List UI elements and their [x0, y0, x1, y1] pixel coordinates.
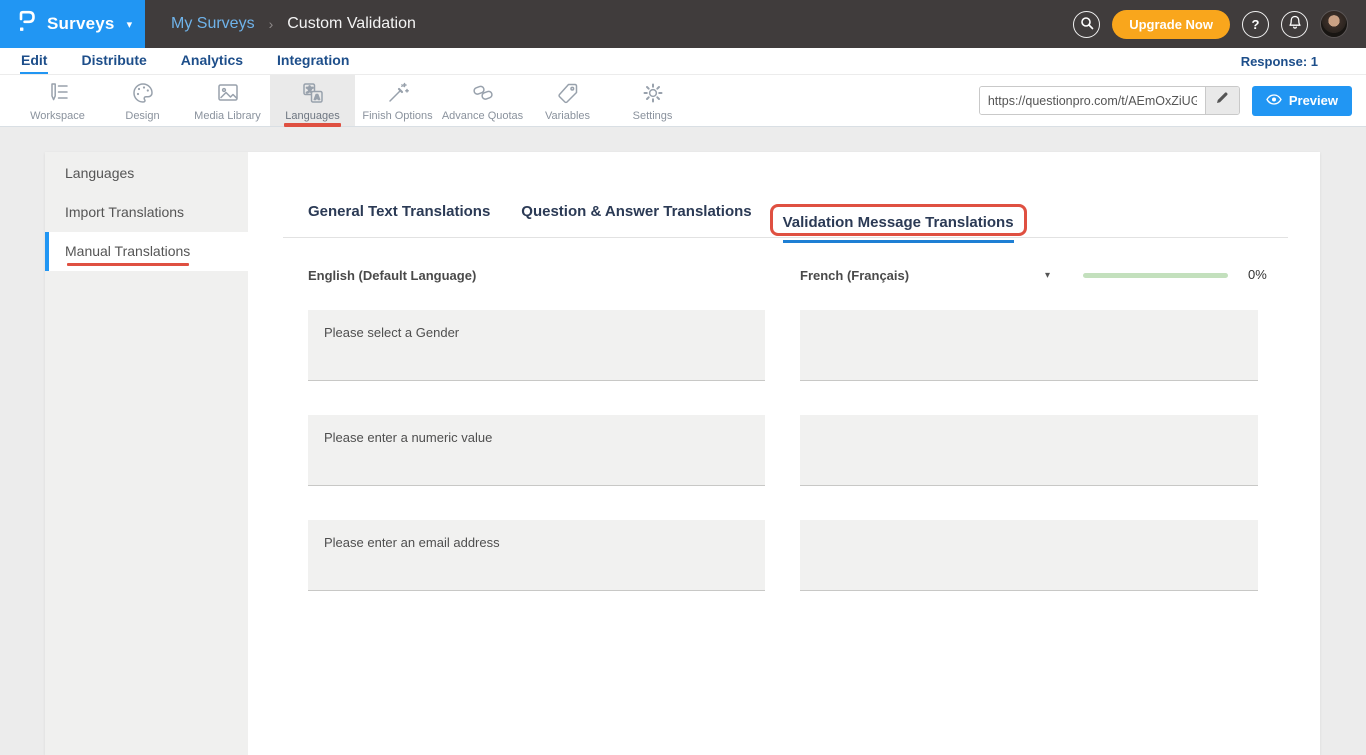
- annotation-underline-manual-translations: [67, 263, 189, 266]
- toolbar-item-design[interactable]: Design: [100, 75, 185, 126]
- annotation-underline-languages: [284, 123, 341, 127]
- source-text-numeric: Please enter a numeric value: [308, 415, 765, 486]
- gear-icon: [640, 80, 666, 106]
- workspace-icon: [45, 80, 71, 106]
- image-icon: [215, 80, 241, 106]
- translation-progress-bar: [1083, 273, 1228, 278]
- questionpro-logo-icon: [16, 9, 37, 40]
- source-language-label: English (Default Language): [308, 268, 476, 283]
- translations-main: General Text Translations Question & Ans…: [248, 152, 1320, 755]
- tabs-separator: [283, 237, 1288, 238]
- tab-general-text-translations[interactable]: General Text Translations: [308, 203, 490, 232]
- toolbar-item-label: Advance Quotas: [442, 110, 523, 122]
- translation-tabs: General Text Translations Question & Ans…: [308, 203, 1014, 232]
- response-count: Response: 1: [1241, 48, 1318, 74]
- target-language-select[interactable]: French (Français) ▾: [800, 268, 1050, 283]
- bell-icon: [1288, 15, 1302, 33]
- nav-tab-edit[interactable]: Edit: [20, 48, 48, 74]
- translate-icon: 文A: [300, 80, 326, 106]
- breadcrumb-current: Custom Validation: [287, 15, 416, 33]
- nav-tab-analytics[interactable]: Analytics: [180, 48, 244, 74]
- toolbar-item-label: Settings: [633, 110, 673, 122]
- upgrade-now-button[interactable]: Upgrade Now: [1112, 10, 1230, 39]
- toolbar-item-label: Workspace: [30, 110, 85, 122]
- target-language-label: French (Français): [800, 268, 909, 283]
- preview-button[interactable]: Preview: [1252, 86, 1352, 116]
- question-mark-icon: ?: [1252, 17, 1260, 32]
- toolbar-item-label: Languages: [285, 110, 339, 122]
- nav-tab-integration[interactable]: Integration: [276, 48, 350, 74]
- breadcrumb-my-surveys[interactable]: My Surveys: [171, 15, 255, 33]
- svg-text:A: A: [314, 93, 320, 101]
- eye-icon: [1266, 93, 1282, 108]
- edit-toolbar: Workspace Design Media Library 文A Langua…: [0, 75, 1366, 127]
- tag-icon: [555, 80, 581, 106]
- sidebar-item-label: Manual Translations: [65, 243, 190, 259]
- breadcrumb: My Surveys › Custom Validation: [171, 15, 416, 33]
- sidebar-item-manual-translations[interactable]: Manual Translations: [45, 232, 248, 271]
- toolbar-item-label: Media Library: [194, 110, 261, 122]
- chain-link-icon: [470, 80, 496, 106]
- top-actions: Upgrade Now ?: [1073, 10, 1366, 39]
- search-icon: [1080, 16, 1094, 33]
- translation-progress-percent: 0%: [1248, 267, 1267, 282]
- source-text-gender: Please select a Gender: [308, 310, 765, 381]
- nav-tab-distribute[interactable]: Distribute: [80, 48, 147, 74]
- toolbar-item-workspace[interactable]: Workspace: [15, 75, 100, 126]
- top-bar: Surveys ▾ My Surveys › Custom Validation…: [0, 0, 1366, 48]
- target-input-email[interactable]: [800, 520, 1258, 591]
- target-input-numeric[interactable]: [800, 415, 1258, 486]
- pencil-icon: [1215, 91, 1229, 110]
- survey-url-group: [979, 86, 1240, 115]
- survey-url-input[interactable]: [980, 87, 1205, 114]
- source-text-email: Please enter an email address: [308, 520, 765, 591]
- annotation-box-validation-tab: Validation Message Translations: [770, 204, 1027, 236]
- toolbar-item-label: Variables: [545, 110, 590, 122]
- toolbar-item-label: Design: [125, 110, 159, 122]
- toolbar-right: Preview: [979, 75, 1366, 126]
- edit-url-button[interactable]: [1205, 87, 1239, 114]
- chevron-down-icon: ▾: [1045, 270, 1050, 281]
- magic-wand-icon: [385, 80, 411, 106]
- user-avatar[interactable]: [1320, 10, 1348, 38]
- tab-validation-message-translations[interactable]: Validation Message Translations: [783, 214, 1014, 243]
- page-background: Languages Import Translations Manual Tra…: [0, 128, 1366, 745]
- content-card: Languages Import Translations Manual Tra…: [45, 152, 1320, 755]
- notifications-button[interactable]: [1281, 11, 1308, 38]
- toolbar-item-advance-quotas[interactable]: Advance Quotas: [440, 75, 525, 126]
- toolbar-item-media-library[interactable]: Media Library: [185, 75, 270, 126]
- product-name: Surveys: [47, 14, 115, 34]
- toolbar-item-variables[interactable]: Variables: [525, 75, 610, 126]
- chevron-down-icon: ▾: [127, 18, 133, 31]
- palette-icon: [130, 80, 156, 106]
- product-switcher[interactable]: Surveys ▾: [0, 0, 145, 48]
- settings-sidebar: Languages Import Translations Manual Tra…: [45, 152, 248, 755]
- tab-question-answer-translations[interactable]: Question & Answer Translations: [521, 203, 751, 232]
- toolbar-item-label: Finish Options: [362, 110, 432, 122]
- search-button[interactable]: [1073, 11, 1100, 38]
- toolbar-item-finish-options[interactable]: Finish Options: [355, 75, 440, 126]
- sidebar-item-languages[interactable]: Languages: [45, 154, 248, 193]
- survey-nav: Edit Distribute Analytics Integration Re…: [0, 48, 1366, 75]
- toolbar-item-languages[interactable]: 文A Languages: [270, 75, 355, 126]
- breadcrumb-separator: ›: [269, 16, 274, 32]
- preview-label: Preview: [1289, 93, 1338, 108]
- help-button[interactable]: ?: [1242, 11, 1269, 38]
- language-header-row: English (Default Language) French (Franç…: [248, 265, 1320, 289]
- target-input-gender[interactable]: [800, 310, 1258, 381]
- toolbar-item-settings[interactable]: Settings: [610, 75, 695, 126]
- sidebar-item-import-translations[interactable]: Import Translations: [45, 193, 248, 232]
